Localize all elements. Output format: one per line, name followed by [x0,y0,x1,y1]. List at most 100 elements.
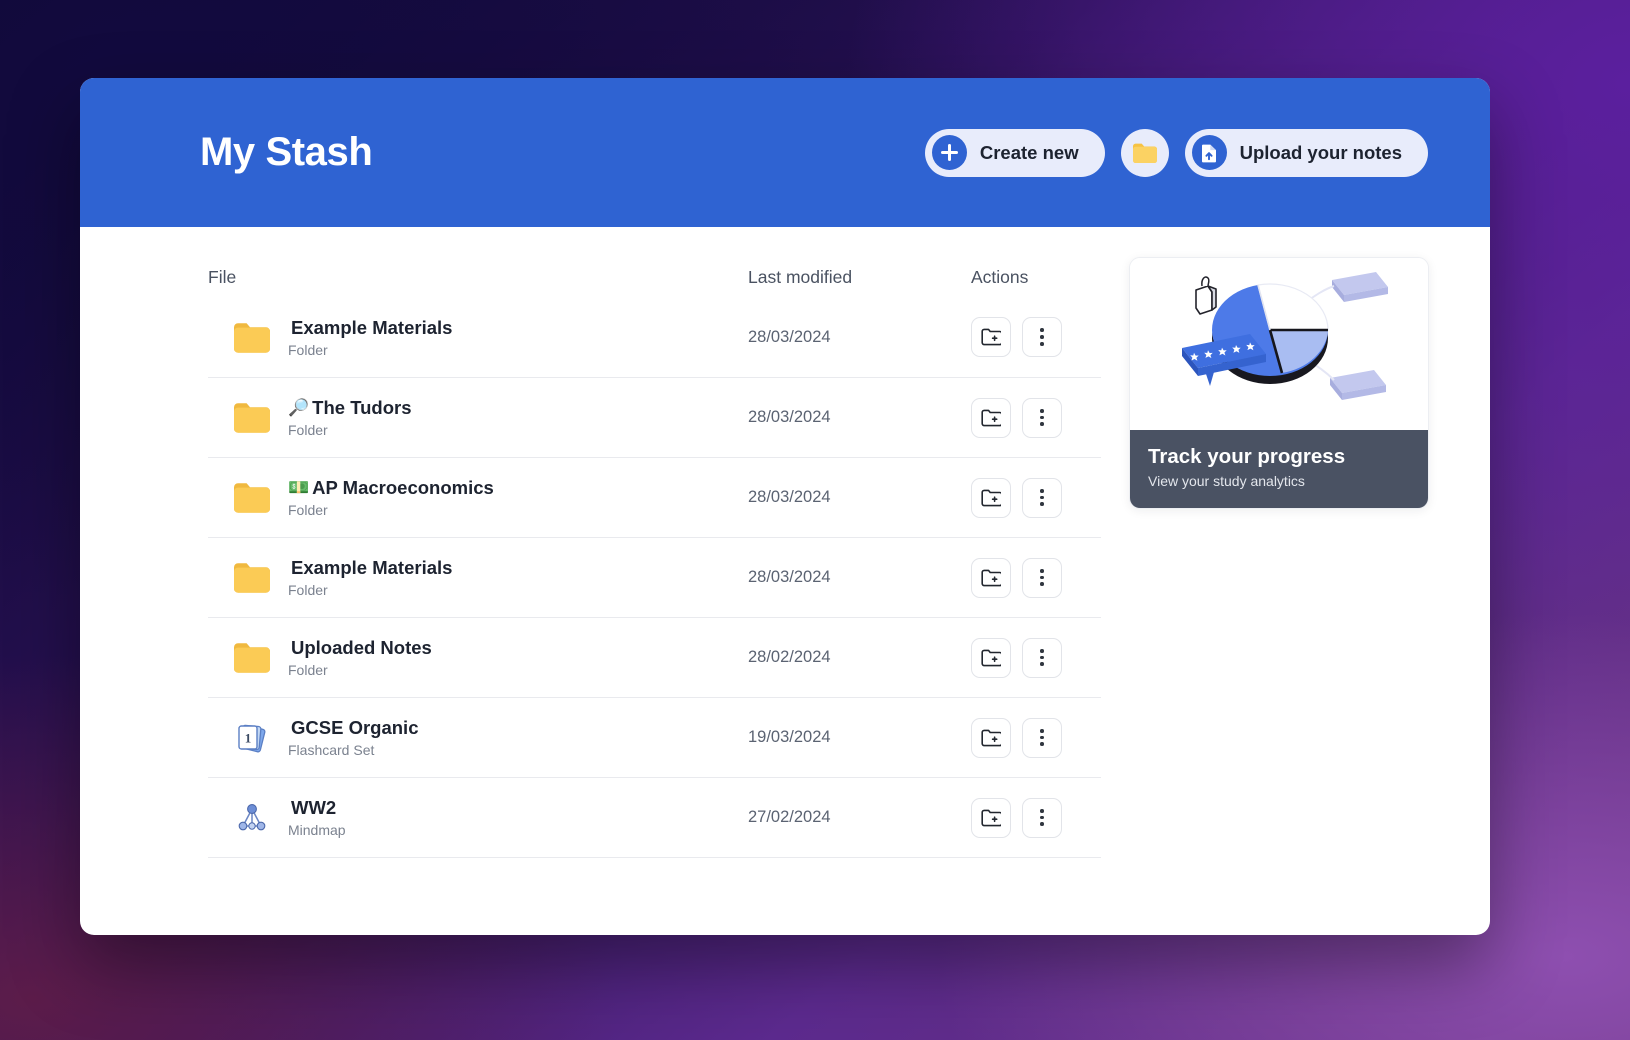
last-modified-cell: 27/02/2024 [748,808,831,826]
more-options-button[interactable] [1022,717,1062,758]
file-texts: 🔎 The Tudors Folder [288,397,412,438]
file-cell: 1 GCSE Organic Flashcard Set [208,717,748,758]
upload-notes-label: Upload your notes [1239,141,1402,163]
file-name-text: GCSE Organic [291,717,419,738]
flashcard-icon: 1 [232,718,272,758]
table-row[interactable]: Uploaded Notes Folder 28/02/2024 [208,617,1101,697]
file-name: Example Materials [288,317,452,339]
folder-icon [232,638,272,678]
last-modified-cell: 28/03/2024 [748,568,831,586]
column-header-file: File [208,266,237,287]
folder-icon [1132,143,1157,163]
folder-add-icon [981,649,1001,666]
file-cell: Example Materials Folder [208,317,748,358]
create-new-button[interactable]: Create new [924,128,1105,177]
file-emoji: 🔎 [288,398,310,417]
app-body: File Last modified Actions Example Mater… [80,227,1490,858]
table-header-row: File Last modified Actions [208,257,1101,297]
promo-title: Track your progress [1148,445,1346,468]
file-name-text: Example Materials [291,557,453,578]
move-to-folder-button[interactable] [971,797,1011,838]
table-row[interactable]: 💵 AP Macroeconomics Folder 28/03/2024 [208,457,1101,537]
actions-cell [971,797,1101,838]
last-modified-cell: 28/02/2024 [748,648,831,666]
new-folder-button[interactable] [1120,128,1169,177]
kebab-menu-icon [1040,488,1044,507]
file-name-text: Example Materials [291,316,453,338]
column-header-actions: Actions [971,266,1029,287]
more-options-button[interactable] [1022,477,1062,518]
file-name: 💵 AP Macroeconomics [288,477,494,499]
actions-cell [971,637,1101,678]
file-name: Example Materials [288,557,452,579]
create-new-label: Create new [979,141,1079,163]
pie-chart-illustration [1182,271,1388,400]
promo-subtitle: View your study analytics [1148,473,1305,489]
table-row[interactable]: Example Materials Folder 28/03/2024 [208,537,1101,617]
header-actions: Create new Upload your notes [924,128,1428,177]
actions-cell [971,317,1101,357]
track-progress-card[interactable]: Track your progress View your study anal… [1129,257,1429,509]
file-rows: Example Materials Folder 28/03/2024 🔎 Th… [208,297,1101,858]
kebab-menu-icon [1040,328,1044,346]
kebab-menu-icon [1040,648,1044,667]
file-type: Folder [288,422,328,438]
move-to-folder-button[interactable] [971,557,1011,598]
actions-cell [971,397,1101,438]
folder-add-icon [981,328,1001,346]
table-row[interactable]: WW2 Mindmap 27/02/2024 [208,777,1101,857]
page-title: My Stash [200,130,373,174]
move-to-folder-button[interactable] [971,717,1011,758]
analytics-illustration [1130,258,1428,430]
app-window: My Stash Create new Upload your notes Fi… [80,78,1490,935]
last-modified-cell: 28/03/2024 [748,488,831,506]
mindmap-icon [232,798,272,838]
move-to-folder-button[interactable] [971,637,1011,678]
plus-icon [931,135,967,170]
file-texts: Uploaded Notes Folder [288,637,432,678]
file-cell: WW2 Mindmap [208,797,748,838]
svg-text:1: 1 [245,730,252,745]
file-texts: 💵 AP Macroeconomics Folder [288,477,494,518]
folder-icon [232,317,272,357]
last-modified-cell: 28/03/2024 [748,408,831,426]
kebab-menu-icon [1040,568,1044,587]
file-name-text: WW2 [291,797,337,818]
more-options-button[interactable] [1022,557,1062,598]
move-to-folder-button[interactable] [971,317,1011,357]
file-upload-icon [1191,135,1227,170]
column-header-last-modified: Last modified [748,266,853,287]
folder-add-icon [981,809,1001,826]
last-modified-cell: 19/03/2024 [748,728,831,746]
table-row[interactable]: 🔎 The Tudors Folder 28/03/2024 [208,377,1101,457]
move-to-folder-button[interactable] [971,477,1011,518]
folder-add-icon [981,489,1001,506]
actions-cell [971,477,1101,518]
file-name: 🔎 The Tudors [288,397,412,419]
table-row[interactable]: Example Materials Folder 28/03/2024 [208,297,1101,377]
more-options-button[interactable] [1022,637,1062,678]
folder-icon [232,478,272,518]
file-cell: Example Materials Folder [208,557,748,598]
more-options-button[interactable] [1022,797,1062,838]
app-header: My Stash Create new Upload your notes [80,78,1490,227]
file-type: Flashcard Set [288,742,375,758]
move-to-folder-button[interactable] [971,397,1011,438]
promo-caption: Track your progress View your study anal… [1130,430,1428,508]
file-list-section: File Last modified Actions Example Mater… [208,257,1101,858]
file-cell: Uploaded Notes Folder [208,637,748,678]
actions-cell [971,557,1101,598]
kebab-menu-icon [1040,408,1044,427]
file-cell: 💵 AP Macroeconomics Folder [208,477,748,518]
upload-notes-button[interactable]: Upload your notes [1184,128,1428,177]
more-options-button[interactable] [1022,317,1062,357]
folder-icon [232,558,272,598]
table-row[interactable]: 1 GCSE Organic Flashcard Set 19/03/2024 [208,697,1101,777]
file-type: Folder [288,662,328,678]
folder-add-icon [981,729,1001,746]
kebab-menu-icon [1040,808,1044,827]
file-texts: WW2 Mindmap [288,797,346,838]
more-options-button[interactable] [1022,397,1062,438]
file-texts: Example Materials Folder [288,317,452,358]
folder-add-icon [981,409,1001,426]
